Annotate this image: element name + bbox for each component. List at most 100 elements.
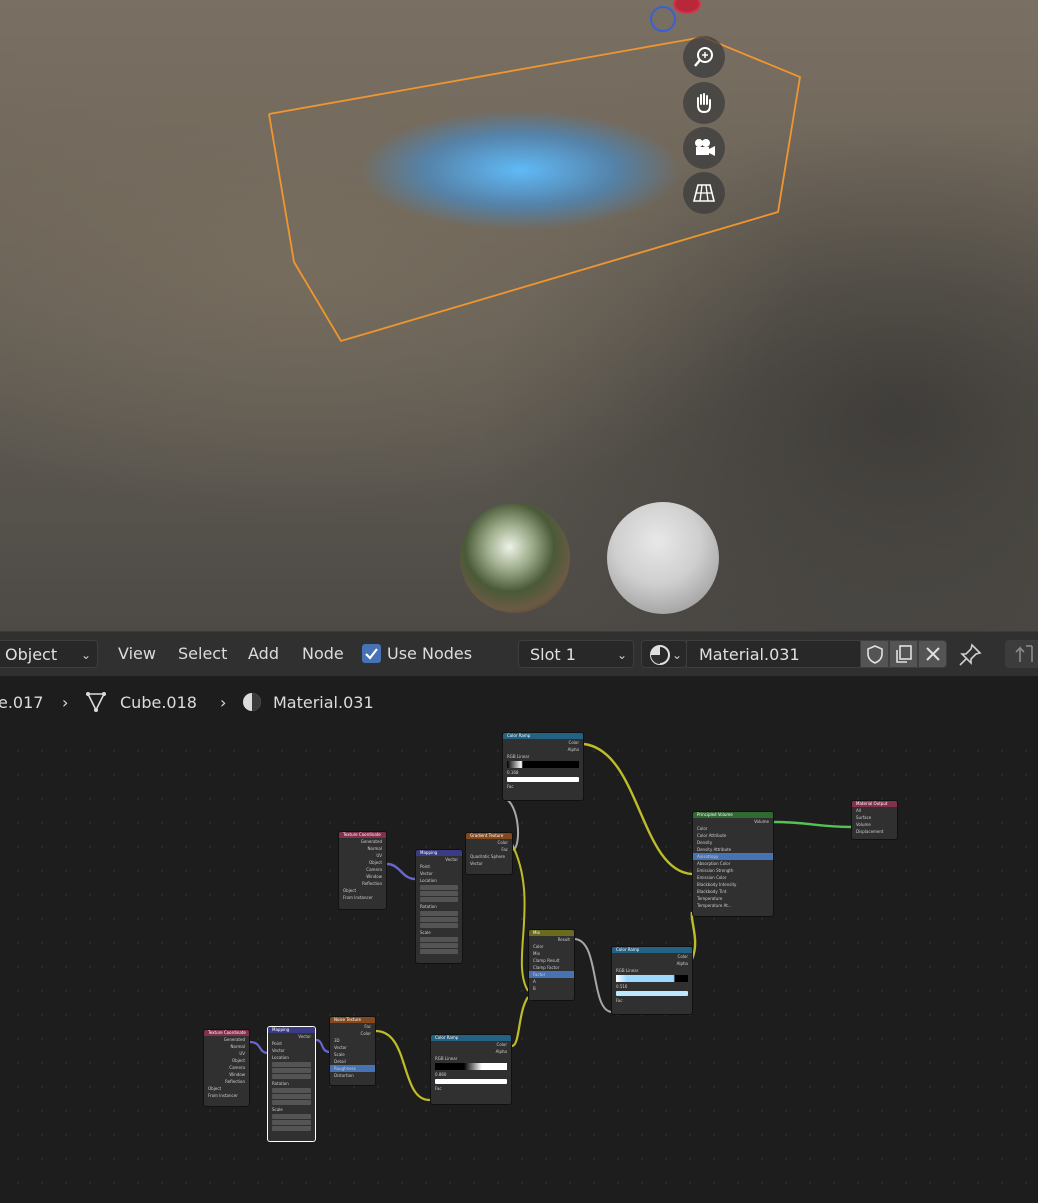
- socket-alpha-out[interactable]: Alpha: [503, 746, 583, 753]
- parent-node-tree-button[interactable]: [1005, 640, 1038, 668]
- from-instancer-checkbox[interactable]: From Instancer: [204, 1092, 249, 1099]
- node-material-output[interactable]: Material Output All Surface Volume Displ…: [851, 800, 898, 840]
- input-blackbody-intensity[interactable]: Blackbody Intensity: [693, 881, 773, 888]
- socket-fac-out[interactable]: Fac: [330, 1023, 375, 1030]
- socket-surface-in[interactable]: Surface: [852, 814, 897, 821]
- material-browse-button[interactable]: ⌄: [641, 640, 687, 668]
- location-x[interactable]: [420, 885, 458, 890]
- socket-color-out[interactable]: Color: [503, 739, 583, 746]
- rotation-x[interactable]: [420, 911, 458, 916]
- mix-type[interactable]: Color: [529, 943, 574, 950]
- node-color-ramp-mid[interactable]: Color Ramp Color Alpha RGB Linear 0.516 …: [611, 946, 693, 1015]
- input-color-attribute[interactable]: Color Attribute: [693, 832, 773, 839]
- zoom-button[interactable]: [683, 36, 725, 78]
- socket-vector-in[interactable]: Vector: [416, 870, 462, 877]
- socket-alpha-out[interactable]: Alpha: [431, 1048, 511, 1055]
- object-field[interactable]: Object: [339, 887, 386, 894]
- input-blackbody-tint[interactable]: Blackbody Tint: [693, 888, 773, 895]
- ramp-color-swatch[interactable]: [507, 777, 579, 782]
- socket-b-in[interactable]: B: [529, 985, 574, 992]
- ramp-mode-row[interactable]: RGB Linear: [431, 1055, 511, 1062]
- socket-color-out[interactable]: Color: [466, 839, 512, 846]
- ramp-mode-row[interactable]: RGB Linear: [503, 753, 583, 760]
- pin-button[interactable]: [957, 642, 983, 668]
- clamp-factor-checkbox[interactable]: Clamp Factor: [529, 964, 574, 971]
- socket-fac-in[interactable]: Fac: [503, 783, 583, 790]
- ramp-pos-row[interactable]: 0.168: [503, 769, 583, 776]
- input-scale[interactable]: Scale: [330, 1051, 375, 1058]
- perspective-toggle-button[interactable]: [683, 172, 725, 214]
- node-mapping-2[interactable]: Mapping Vector Point Vector Location Rot…: [267, 1026, 316, 1142]
- socket-displacement-in[interactable]: Displacement: [852, 828, 897, 835]
- socket-generated[interactable]: Generated: [204, 1036, 249, 1043]
- pan-button[interactable]: [683, 82, 725, 124]
- input-emission-strength[interactable]: Emission Strength: [693, 867, 773, 874]
- mode-dropdown[interactable]: Object ⌄: [0, 640, 98, 668]
- rotation-z[interactable]: [420, 923, 458, 928]
- mix-blend[interactable]: Mix: [529, 950, 574, 957]
- input-distortion[interactable]: Distortion: [330, 1072, 375, 1079]
- color-ramp-gradient[interactable]: [435, 1063, 507, 1070]
- slot-dropdown[interactable]: Slot 1 ⌄: [518, 640, 634, 668]
- node-mapping-1[interactable]: Mapping Vector Point Vector Location Rot…: [415, 849, 463, 964]
- node-texture-coordinate-1[interactable]: Texture Coordinate Generated Normal UV O…: [338, 831, 387, 910]
- socket-alpha-out[interactable]: Alpha: [612, 960, 692, 967]
- scale-z[interactable]: [420, 949, 458, 954]
- gradient-type[interactable]: Quadratic Sphere: [466, 853, 512, 860]
- socket-reflection[interactable]: Reflection: [339, 880, 386, 887]
- socket-fac-out[interactable]: Fac: [466, 846, 512, 853]
- socket-volume-out[interactable]: Volume: [693, 818, 773, 825]
- menu-view[interactable]: View: [118, 632, 156, 676]
- rotation-y[interactable]: [272, 1094, 311, 1099]
- scale-z[interactable]: [272, 1126, 311, 1131]
- rotation-y[interactable]: [420, 917, 458, 922]
- location-y[interactable]: [420, 891, 458, 896]
- input-density-attribute[interactable]: Density Attribute: [693, 846, 773, 853]
- socket-volume-in[interactable]: Volume: [852, 821, 897, 828]
- menu-select[interactable]: Select: [178, 632, 227, 676]
- input-detail[interactable]: Detail: [330, 1058, 375, 1065]
- socket-window[interactable]: Window: [204, 1071, 249, 1078]
- mapping-type[interactable]: Point: [416, 863, 462, 870]
- socket-color-out[interactable]: Color: [330, 1030, 375, 1037]
- socket-color-out[interactable]: Color: [431, 1041, 511, 1048]
- socket-a-in[interactable]: A: [529, 978, 574, 985]
- clamp-result-checkbox[interactable]: Clamp Result: [529, 957, 574, 964]
- menu-add[interactable]: Add: [248, 632, 279, 676]
- from-instancer-checkbox[interactable]: From Instancer: [339, 894, 386, 901]
- node-principled-volume[interactable]: Principled Volume Volume Color Color Att…: [692, 811, 774, 917]
- socket-vector-in[interactable]: Vector: [330, 1044, 375, 1051]
- input-temperature[interactable]: Temperature: [693, 895, 773, 902]
- 3d-viewport[interactable]: [0, 0, 1038, 631]
- location-z[interactable]: [420, 897, 458, 902]
- socket-normal[interactable]: Normal: [339, 845, 386, 852]
- node-gradient-texture[interactable]: Gradient Texture Color Fac Quadratic Sph…: [465, 832, 513, 875]
- location-y[interactable]: [272, 1068, 311, 1073]
- menu-node[interactable]: Node: [302, 632, 344, 676]
- input-anisotropy[interactable]: Anisotropy: [693, 853, 773, 860]
- socket-window[interactable]: Window: [339, 873, 386, 880]
- node-texture-coordinate-2[interactable]: Texture Coordinate Generated Normal UV O…: [203, 1029, 250, 1107]
- node-noise-texture[interactable]: Noise Texture Fac Color 3D Vector Scale …: [329, 1016, 376, 1086]
- use-nodes-checkbox[interactable]: [362, 644, 381, 663]
- socket-fac-in[interactable]: Fac: [431, 1085, 511, 1092]
- location-x[interactable]: [272, 1062, 311, 1067]
- node-mix[interactable]: Mix Result Color Mix Clamp Result Clamp …: [528, 929, 575, 1001]
- material-name-field[interactable]: Material.031: [686, 640, 861, 668]
- scale-y[interactable]: [420, 943, 458, 948]
- input-absorption-color[interactable]: Absorption Color: [693, 860, 773, 867]
- socket-vector-in[interactable]: Vector: [466, 860, 512, 867]
- gizmo-blue-circle[interactable]: [650, 6, 676, 32]
- output-target[interactable]: All: [852, 807, 897, 814]
- socket-object[interactable]: Object: [204, 1057, 249, 1064]
- scale-x[interactable]: [420, 937, 458, 942]
- ramp-pos-row[interactable]: 0.516: [612, 983, 692, 990]
- socket-fac-in[interactable]: Fac: [612, 997, 692, 1004]
- rotation-x[interactable]: [272, 1088, 311, 1093]
- socket-color-out[interactable]: Color: [612, 953, 692, 960]
- color-ramp-gradient[interactable]: [616, 975, 688, 982]
- socket-reflection[interactable]: Reflection: [204, 1078, 249, 1085]
- input-temperature-attribute[interactable]: Temperature At...: [693, 902, 773, 909]
- color-ramp-gradient[interactable]: [507, 761, 579, 768]
- ramp-color-swatch[interactable]: [616, 991, 688, 996]
